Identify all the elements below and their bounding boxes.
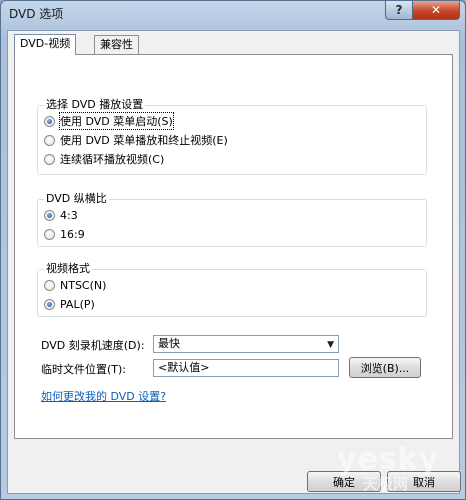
playback-settings-group: 选择 DVD 播放设置 使用 DVD 菜单启动(S) 使用 DVD 菜单播放和终… <box>37 98 427 175</box>
aspect-ratio-group: DVD 纵横比 4:3 16:9 <box>37 192 427 247</box>
tab-compatibility[interactable]: 兼容性 <box>94 35 139 54</box>
group-title: 视频格式 <box>44 262 92 276</box>
window-title: DVD 选项 <box>9 7 64 21</box>
tab-label: 兼容性 <box>100 38 133 51</box>
video-format-group: 视频格式 NTSC(N) PAL(P) <box>37 262 427 317</box>
ok-button[interactable]: 确定 <box>307 471 381 492</box>
radio-label: 使用 DVD 菜单播放和终止视频(E) <box>60 134 228 147</box>
help-link[interactable]: 如何更改我的 DVD 设置? <box>41 388 166 404</box>
browse-button[interactable]: 浏览(B)... <box>349 357 421 378</box>
help-icon: ? <box>395 3 403 17</box>
radio-button[interactable] <box>44 228 55 240</box>
close-button[interactable]: ✕ <box>412 1 460 20</box>
radio-button[interactable] <box>44 209 55 221</box>
radio-label: 4:3 <box>60 208 78 222</box>
radio-label: 连续循环播放视频(C) <box>60 153 165 166</box>
radio-menu-play-end[interactable]: 使用 DVD 菜单播放和终止视频(E) <box>44 133 228 147</box>
radio-label: NTSC(N) <box>60 278 107 292</box>
group-title: 选择 DVD 播放设置 <box>44 98 146 112</box>
tab-dvd-video[interactable]: DVD-视频 <box>14 34 77 55</box>
radio-button[interactable] <box>44 115 55 127</box>
group-title: DVD 纵横比 <box>44 192 109 206</box>
radio-button[interactable] <box>44 279 55 291</box>
radio-aspect-4-3[interactable]: 4:3 <box>44 208 78 222</box>
radio-label: 使用 DVD 菜单启动(S) <box>59 112 174 130</box>
radio-button[interactable] <box>44 298 55 310</box>
tab-panel: 选择 DVD 播放设置 使用 DVD 菜单启动(S) 使用 DVD 菜单播放和终… <box>14 54 453 439</box>
radio-aspect-16-9[interactable]: 16:9 <box>44 227 85 241</box>
radio-pal[interactable]: PAL(P) <box>44 297 95 311</box>
radio-button[interactable] <box>44 134 55 146</box>
dialog-window: DVD 选项 ? ✕ DVD-视频 兼容性 选择 DVD 播放设置 使用 DVD… <box>0 0 466 500</box>
dialog-client: DVD-视频 兼容性 选择 DVD 播放设置 使用 DVD 菜单启动(S) 使用… <box>7 30 461 494</box>
temp-location-input[interactable]: <默认值> <box>153 359 339 377</box>
chevron-down-icon[interactable]: ▼ <box>327 337 334 353</box>
burner-speed-label: DVD 刻录机速度(D): <box>41 339 145 352</box>
cancel-button[interactable]: 取消 <box>387 471 461 492</box>
radio-start-with-menu[interactable]: 使用 DVD 菜单启动(S) <box>44 112 174 130</box>
help-button[interactable]: ? <box>385 1 413 20</box>
radio-button[interactable] <box>44 153 55 165</box>
radio-ntsc[interactable]: NTSC(N) <box>44 278 106 292</box>
tab-label: DVD-视频 <box>20 37 71 50</box>
burner-speed-select[interactable]: 最快 ▼ <box>153 335 339 353</box>
radio-label: PAL(P) <box>60 297 95 311</box>
select-value: 最快 <box>158 337 180 350</box>
close-icon: ✕ <box>430 3 442 17</box>
radio-loop-video[interactable]: 连续循环播放视频(C) <box>44 152 164 166</box>
input-value: <默认值> <box>158 361 210 374</box>
title-bar[interactable]: DVD 选项 ? ✕ <box>1 1 465 25</box>
radio-label: 16:9 <box>60 227 85 241</box>
temp-location-label: 临时文件位置(T): <box>41 363 127 376</box>
